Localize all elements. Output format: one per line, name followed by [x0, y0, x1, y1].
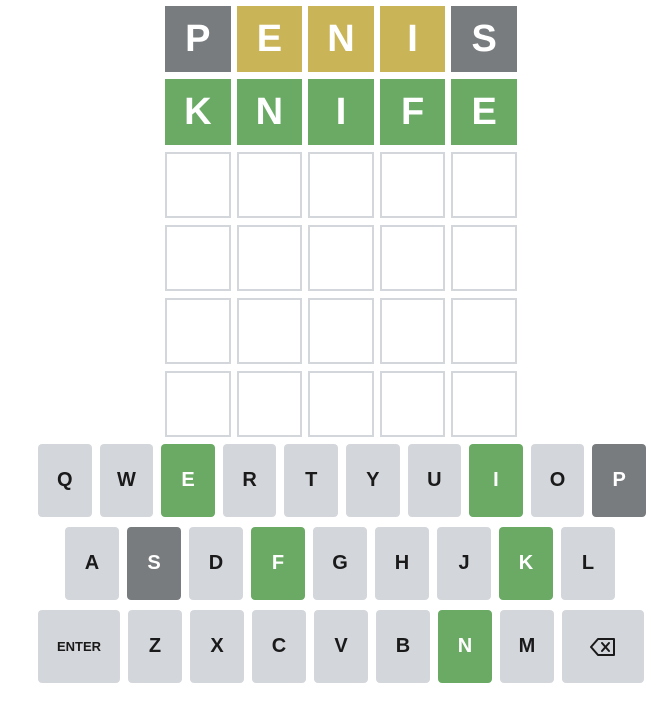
key-f[interactable]: F: [251, 527, 305, 600]
letter-tile: I: [308, 79, 374, 145]
key-n[interactable]: N: [438, 610, 492, 683]
key-m[interactable]: M: [500, 610, 554, 683]
letter-tile: [451, 225, 517, 291]
keyboard-row: ENTER Z X C V B N M: [38, 610, 646, 683]
key-b[interactable]: B: [376, 610, 430, 683]
letter-tile: K: [165, 79, 231, 145]
letter-tile: P: [165, 6, 231, 72]
letter-tile: [165, 225, 231, 291]
key-l[interactable]: L: [561, 527, 615, 600]
letter-tile: [379, 371, 446, 437]
letter-tile: [451, 298, 517, 364]
letter-tile: [236, 225, 303, 291]
key-p[interactable]: P: [592, 444, 646, 517]
letter-tile: [308, 152, 374, 218]
key-s[interactable]: S: [127, 527, 181, 600]
letter-tile: N: [308, 6, 374, 72]
letter-tile: [236, 152, 303, 218]
letter-tile: I: [379, 6, 446, 72]
keyboard-row: ASDFGHJKL: [38, 527, 646, 600]
key-t[interactable]: T: [284, 444, 338, 517]
key-i[interactable]: I: [469, 444, 523, 517]
letter-tile: N: [236, 79, 303, 145]
letter-tile: [165, 152, 231, 218]
key-r[interactable]: R: [222, 444, 277, 517]
letter-tile: [165, 371, 231, 437]
board-row: [165, 152, 517, 218]
letter-tile: E: [236, 6, 303, 72]
key-j[interactable]: J: [437, 527, 491, 600]
letter-tile: [165, 298, 231, 364]
key-w[interactable]: W: [99, 444, 154, 517]
enter-key[interactable]: ENTER: [38, 610, 120, 683]
board-row: [165, 371, 517, 437]
key-d[interactable]: D: [189, 527, 243, 600]
letter-tile: [451, 371, 517, 437]
key-c[interactable]: C: [252, 610, 306, 683]
key-q[interactable]: Q: [38, 444, 92, 517]
letter-tile: [379, 152, 446, 218]
letter-tile: E: [451, 79, 517, 145]
key-a[interactable]: A: [65, 527, 119, 600]
key-h[interactable]: H: [375, 527, 429, 600]
letter-tile: [308, 371, 374, 437]
board-row: PENIS: [165, 6, 517, 72]
key-z[interactable]: Z: [128, 610, 182, 683]
key-u[interactable]: U: [407, 444, 462, 517]
letter-tile: [236, 371, 303, 437]
letter-tile: [379, 298, 446, 364]
letter-tile: F: [379, 79, 446, 145]
letter-tile: [308, 298, 374, 364]
key-g[interactable]: G: [313, 527, 367, 600]
board-row: [165, 298, 517, 364]
letter-tile: [236, 298, 303, 364]
letter-tile: [451, 152, 517, 218]
board-row: [165, 225, 517, 291]
key-o[interactable]: O: [530, 444, 585, 517]
key-e[interactable]: E: [161, 444, 215, 517]
letter-tile: S: [451, 6, 517, 72]
letter-tile: [308, 225, 374, 291]
letter-tile: [379, 225, 446, 291]
board-row: KNIFE: [165, 79, 517, 145]
on-screen-keyboard: Q W E R T Y U I O P A S D F G H J K L ENTER Z X C V B N M: [38, 444, 646, 693]
backspace-key[interactable]: [562, 610, 644, 683]
key-x[interactable]: X: [190, 610, 244, 683]
game-board: PENISKNIFE: [165, 6, 517, 444]
key-v[interactable]: V: [314, 610, 368, 683]
backspace-icon: [590, 637, 616, 656]
key-y[interactable]: Y: [345, 444, 400, 517]
key-k[interactable]: K: [499, 527, 553, 600]
keyboard-row: QWERTYUIOP: [38, 444, 646, 517]
